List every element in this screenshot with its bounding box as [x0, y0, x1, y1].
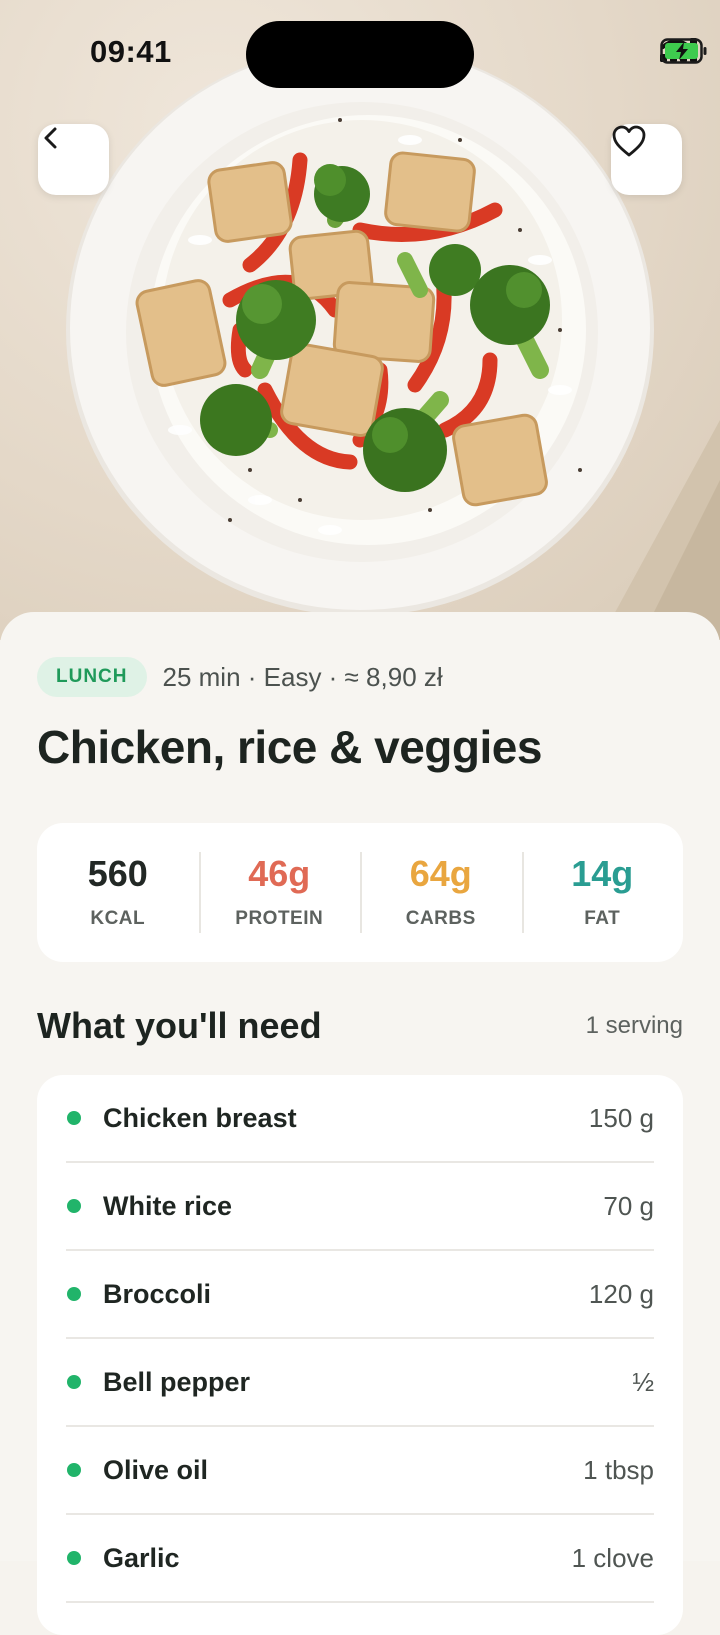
back-button[interactable] [38, 124, 109, 195]
chevron-left-icon [44, 127, 57, 149]
ingredients-title: What you'll need [37, 1005, 322, 1046]
ingredient-row[interactable]: White rice 70 g [66, 1163, 654, 1251]
recipe-title: Chicken, rice & veggies [37, 721, 542, 773]
ingredient-row[interactable]: Broccoli 120 g [66, 1251, 654, 1339]
nutrition-label: KCAL [90, 907, 146, 929]
nutrition-value: 560 [87, 852, 148, 894]
servings-selector[interactable]: 1 serving [586, 1012, 683, 1040]
favorite-button[interactable] [611, 124, 682, 195]
ingredient-row[interactable]: Olive oil 1 tbsp [66, 1427, 654, 1515]
bullet-dot-icon [67, 1551, 81, 1565]
ingredient-name: Olive oil [103, 1454, 209, 1485]
ingredient-quantity: 120 g [588, 1278, 654, 1309]
ingredient-name: Broccoli [103, 1278, 212, 1309]
recipe-hero-image: 09:41 [0, 0, 720, 640]
bullet-dot-icon [67, 1199, 81, 1213]
bullet-dot-icon [67, 1111, 81, 1125]
status-time: 09:41 [90, 34, 172, 69]
ingredient-name: Garlic [103, 1542, 180, 1573]
nutrition-fat: 14g FAT [521, 823, 684, 962]
recipe-meta-text: 25 min · Easy · ≈ 8,90 zł [162, 661, 443, 692]
ingredient-row[interactable]: Chicken breast 150 g [66, 1075, 654, 1163]
ingredient-quantity: 70 g [603, 1190, 654, 1221]
nutrition-protein: 46g PROTEIN [198, 823, 361, 962]
ingredients-list: Chicken breast 150 g White rice 70 g Bro… [37, 1075, 683, 1635]
ingredient-row[interactable]: Garlic 1 clove [66, 1515, 654, 1603]
ingredient-quantity: 1 clove [571, 1542, 654, 1573]
bullet-dot-icon [67, 1287, 81, 1301]
bullet-dot-icon [67, 1463, 81, 1477]
nutrition-summary: 560 KCAL 46g PROTEIN 64g CARBS 14g FAT [37, 823, 683, 962]
heart-icon [612, 125, 646, 157]
nutrition-kcal: 560 KCAL [37, 823, 199, 962]
ingredient-quantity: 1 tbsp [583, 1454, 654, 1485]
nutrition-value: 64g [409, 852, 472, 894]
ingredients-header: What you'll need 1 serving [37, 1005, 683, 1047]
nutrition-label: PROTEIN [235, 907, 324, 929]
ingredient-name: Bell pepper [103, 1366, 251, 1397]
ingredient-quantity: ½ [632, 1366, 654, 1397]
nutrition-value: 14g [571, 852, 634, 894]
recipe-meta-row: LUNCH 25 min · Easy · ≈ 8,90 zł [37, 657, 443, 697]
recipe-detail-sheet: LUNCH 25 min · Easy · ≈ 8,90 zł Chicken,… [0, 612, 720, 1635]
ingredient-name: Chicken breast [103, 1102, 297, 1133]
ingredient-name: White rice [103, 1190, 233, 1221]
ingredient-row[interactable]: Bell pepper ½ [66, 1339, 654, 1427]
meal-type-tag: LUNCH [37, 657, 147, 697]
nutrition-carbs: 64g CARBS [360, 823, 522, 962]
nutrition-label: FAT [584, 907, 621, 929]
nutrition-label: CARBS [405, 907, 476, 929]
dynamic-island [246, 21, 474, 88]
bullet-dot-icon [67, 1375, 81, 1389]
nutrition-value: 46g [248, 852, 311, 894]
battery-charging-icon [660, 38, 707, 64]
ingredient-quantity: 150 g [588, 1102, 654, 1133]
